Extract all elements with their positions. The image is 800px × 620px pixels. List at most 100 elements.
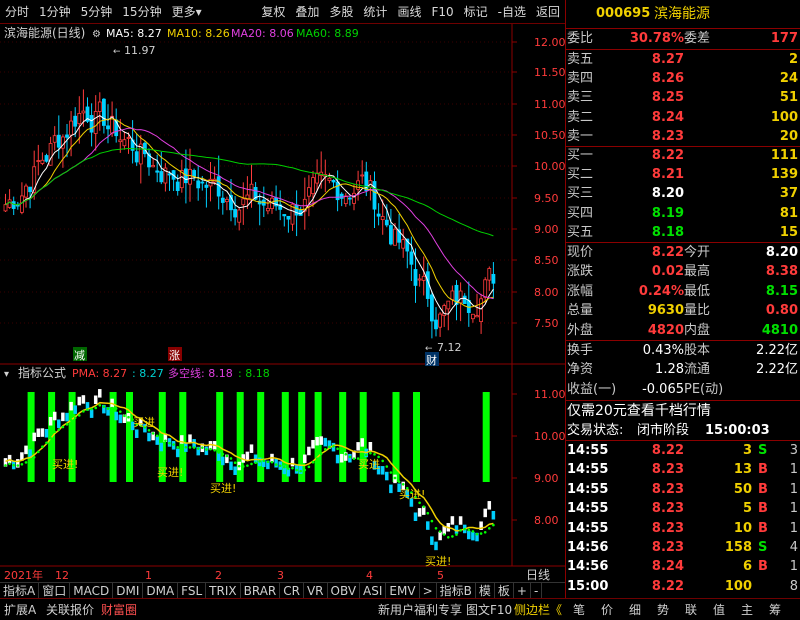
- period-label[interactable]: 日线: [526, 568, 550, 582]
- tick-count: 4: [789, 540, 798, 555]
- tab-fsl[interactable]: FSL: [178, 582, 207, 599]
- low-price-label: 7.12: [437, 341, 462, 354]
- tab-link[interactable]: 联: [685, 601, 697, 619]
- remove-watchlist-button[interactable]: -自选: [493, 0, 531, 24]
- tab-emv[interactable]: EMV: [386, 582, 420, 599]
- tick-row: 14:55 8.22 3 S 3: [566, 441, 800, 461]
- tab-brar[interactable]: BRAR: [241, 582, 281, 599]
- promo-row[interactable]: 仅需20元查看千档行情: [566, 401, 800, 421]
- tab-vr[interactable]: VR: [304, 582, 328, 599]
- ask-price: 8.27: [651, 52, 684, 67]
- tab-5min[interactable]: 5分钟: [76, 0, 118, 24]
- price-tick: 11.00: [534, 98, 565, 111]
- ma10-readout: MA10: 8.26: [167, 27, 230, 40]
- new-user-benefit-link[interactable]: 新用户福利专享: [378, 601, 462, 619]
- buy-signal-label: 买进!: [210, 482, 236, 495]
- tick-row: 14:56 8.24 6 B 1: [566, 557, 800, 577]
- tab-main[interactable]: 主: [741, 601, 753, 619]
- price-tick: 8.50: [534, 254, 559, 267]
- related-quote-button[interactable]: 关联报价: [46, 601, 94, 619]
- draw-line-button[interactable]: 画线: [392, 0, 426, 24]
- bottom-bar: 扩展A 关联报价 财富圈 新用户福利专享 图文F10 侧边栏《 笔 价 细 势 …: [0, 598, 800, 620]
- tick-time: 14:55: [567, 462, 609, 478]
- tab-more[interactable]: 更多▾: [167, 0, 207, 24]
- tick-row: 14:55 8.23 5 B 1: [566, 499, 800, 519]
- tab-scroll-right-icon[interactable]: >: [420, 582, 437, 599]
- buy-signal-label: 买进: [358, 458, 380, 471]
- tab-obv[interactable]: OBV: [328, 582, 361, 599]
- tick-side: B: [758, 462, 768, 478]
- tab-value[interactable]: 值: [713, 601, 725, 619]
- wealth-circle-button[interactable]: 财富圈: [101, 601, 137, 619]
- kline-chart[interactable]: 滨海能源(日线) ⚙ MA5: 8.27 MA10: 8.26 MA20: 8.…: [0, 24, 565, 597]
- bid-volume: 111: [770, 148, 798, 163]
- tick-volume: 13: [733, 462, 752, 478]
- overlay-button[interactable]: 叠加: [290, 0, 324, 24]
- tick-volume: 100: [724, 578, 752, 594]
- tab-dma[interactable]: DMA: [143, 582, 179, 599]
- tab-detail[interactable]: 细: [629, 601, 641, 619]
- ask-label: 卖四: [567, 71, 594, 87]
- tab-dmi[interactable]: DMI: [113, 582, 144, 599]
- ask-price: 8.23: [651, 128, 684, 144]
- indicator-title[interactable]: 指标公式: [18, 365, 66, 380]
- tab-chips[interactable]: 筹: [769, 601, 781, 619]
- bid-volume: 37: [779, 186, 798, 202]
- stat-value: 0.43%: [642, 343, 684, 358]
- stat-label: 总量: [567, 303, 594, 319]
- tick-side: B: [758, 501, 768, 517]
- tab-window[interactable]: 窗口: [39, 582, 71, 599]
- tab-template[interactable]: 模: [476, 582, 495, 599]
- sidebar-toggle-button[interactable]: 侧边栏《: [514, 601, 562, 619]
- stat-label: 外盘: [567, 322, 594, 338]
- stat-value: 4810: [761, 322, 798, 338]
- tab-indicator-a[interactable]: 指标A: [0, 582, 40, 599]
- tab-price[interactable]: 价: [601, 601, 613, 619]
- long-short-line-readout: 多空线: 8.18: [168, 366, 233, 380]
- tick-volume: 50: [733, 481, 752, 497]
- tick-side: B: [758, 481, 768, 497]
- candlesticks: [3, 89, 496, 339]
- multi-stock-button[interactable]: 多股: [324, 0, 358, 24]
- bid-row: 买三 8.20 37: [566, 184, 800, 204]
- indicator-tick: 8.00: [534, 514, 559, 527]
- indicator-dropdown-icon[interactable]: ▾: [4, 369, 9, 380]
- stock-name: 滨海能源: [654, 6, 710, 22]
- tab-trend[interactable]: 势: [657, 601, 669, 619]
- f10-button[interactable]: F10: [426, 0, 458, 24]
- tick-row: 15:00 8.22 100 8: [566, 577, 800, 597]
- reduce-marker[interactable]: 减: [74, 349, 85, 362]
- tab-trix[interactable]: TRIX: [206, 582, 241, 599]
- restore-rights-button[interactable]: 复权: [256, 0, 290, 24]
- promo-text[interactable]: 仅需20元查看千档行情: [567, 401, 711, 421]
- stat-label: PE(动): [684, 381, 724, 397]
- bid-label: 买三: [567, 186, 594, 202]
- pma-readout: PMA: 8.27: [72, 367, 127, 380]
- zoom-in-button[interactable]: +: [514, 582, 531, 599]
- tab-cr[interactable]: CR: [280, 582, 304, 599]
- tab-asi[interactable]: ASI: [360, 582, 387, 599]
- price-tick: 9.00: [534, 223, 559, 236]
- tab-1min[interactable]: 1分钟: [34, 0, 76, 24]
- chart-settings-icon[interactable]: ⚙: [92, 29, 101, 40]
- expand-a-button[interactable]: 扩展A: [4, 601, 36, 619]
- tab-15min[interactable]: 15分钟: [117, 0, 166, 24]
- tab-minute-time[interactable]: 分时: [0, 0, 34, 24]
- tab-indicator-b[interactable]: 指标B: [437, 582, 476, 599]
- mark-button[interactable]: 标记: [459, 0, 493, 24]
- stat-label: 流通: [684, 362, 711, 378]
- tick-price: 8.23: [651, 540, 684, 555]
- f10-graphic-button[interactable]: 图文F10: [466, 601, 512, 619]
- order-ratio-value: 30.78%: [629, 31, 684, 46]
- stat-label: 最高: [684, 264, 711, 280]
- tab-board[interactable]: 板: [495, 582, 514, 599]
- back-button[interactable]: 返回: [531, 0, 565, 24]
- statistics-button[interactable]: 统计: [358, 0, 392, 24]
- stat-label: 最低: [684, 283, 711, 299]
- zoom-out-button[interactable]: -: [531, 582, 543, 599]
- tab-trades[interactable]: 笔: [573, 601, 585, 619]
- tick-count: 1: [789, 481, 798, 497]
- tab-macd[interactable]: MACD: [70, 582, 114, 599]
- finance-marker[interactable]: 财: [426, 353, 437, 367]
- rise-marker[interactable]: 涨: [169, 349, 180, 362]
